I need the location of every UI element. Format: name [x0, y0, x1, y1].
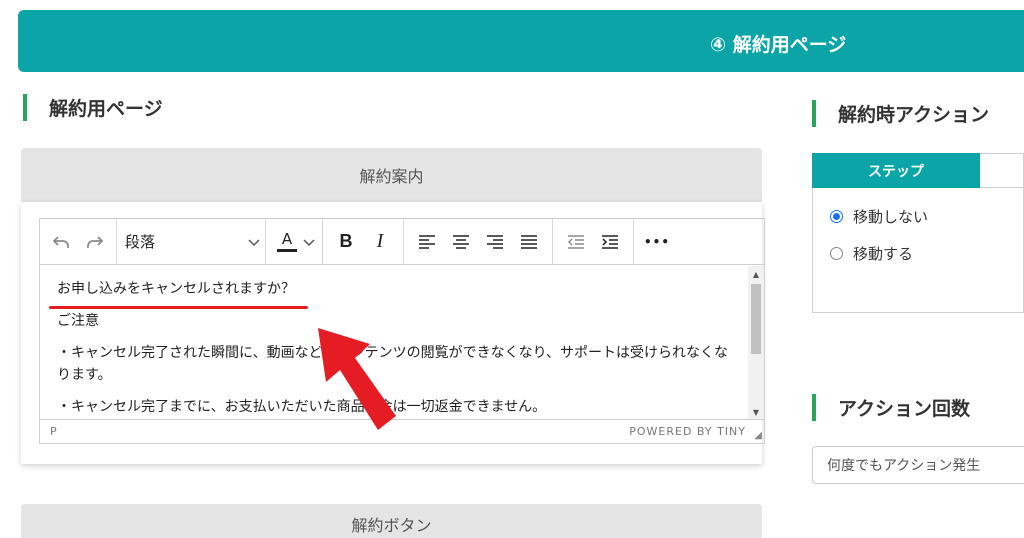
align-left-icon: [419, 234, 435, 249]
action-count-heading: アクション回数: [812, 394, 970, 421]
editor-scrollbar[interactable]: ▲ ▼: [748, 266, 764, 420]
align-right-icon: [487, 234, 503, 249]
annotation-underline: [49, 306, 308, 309]
cancel-info-card-header: 解約案内: [21, 148, 762, 202]
action-count-select-value: 何度でもアクション発生: [827, 458, 981, 474]
cancel-action-tabs: ステップ: [812, 153, 1024, 188]
editor-toolbar: 段落 A B I •••: [40, 219, 764, 265]
rich-text-editor: 段落 A B I ••• お申し込みをキャンセルされますか？ ご注意 ・キャンセ…: [39, 218, 765, 444]
more-group: •••: [634, 219, 680, 264]
radio-option-move[interactable]: 移動する: [830, 243, 913, 264]
paragraph-format-select[interactable]: 段落: [117, 231, 265, 252]
heading-accent-bar: [23, 94, 27, 121]
chevron-down-icon: [248, 238, 260, 246]
radio-button-checked[interactable]: [830, 210, 843, 223]
scroll-up-arrow[interactable]: ▲: [748, 268, 764, 280]
element-path[interactable]: P: [50, 425, 57, 438]
undo-button[interactable]: [44, 225, 78, 259]
page-section-heading: 解約用ページ: [23, 94, 163, 121]
redo-button[interactable]: [78, 225, 112, 259]
heading-accent-bar: [812, 394, 816, 421]
indent-icon: [602, 234, 618, 249]
chevron-down-icon[interactable]: [302, 235, 316, 249]
page-banner: ④ 解約用ページ: [18, 10, 1024, 72]
cancel-action-panel: 移動しない 移動する: [812, 188, 1024, 313]
cancel-action-title: 解約時アクション: [838, 104, 990, 126]
outdent-icon: [567, 234, 584, 249]
text-color-letter: A: [281, 229, 293, 248]
scroll-thumb[interactable]: [751, 284, 761, 354]
radio-label: 移動する: [853, 245, 914, 263]
style-group: B I: [323, 219, 404, 264]
redo-icon: [87, 235, 104, 248]
align-center-icon: [453, 234, 469, 249]
content-line-cancel-question: お申し込みをキャンセルされますか？: [57, 281, 295, 297]
scroll-down-arrow[interactable]: ▼: [748, 406, 764, 418]
indent-group: [553, 219, 634, 264]
action-count-select[interactable]: 何度でもアクション発生: [812, 446, 1024, 484]
align-center-button[interactable]: [444, 225, 478, 259]
text-color-group: A: [266, 219, 323, 264]
radio-label: 移動しない: [853, 208, 929, 226]
banner-title: ④ 解約用ページ: [710, 34, 847, 56]
resize-handle-icon[interactable]: ◢: [754, 430, 762, 441]
action-count-title: アクション回数: [838, 398, 971, 420]
bold-button[interactable]: B: [329, 225, 363, 259]
radio-option-no-move[interactable]: 移動しない: [830, 206, 928, 227]
radio-button[interactable]: [830, 247, 843, 260]
align-justify-button[interactable]: [512, 225, 546, 259]
outdent-button[interactable]: [559, 225, 593, 259]
indent-button[interactable]: [593, 225, 627, 259]
heading-accent-bar: [812, 100, 816, 127]
annotation-arrow-icon: [318, 328, 396, 430]
cancel-action-heading: 解約時アクション: [812, 100, 989, 127]
align-group: [404, 219, 553, 264]
more-button[interactable]: •••: [640, 225, 674, 259]
align-right-button[interactable]: [478, 225, 512, 259]
text-color-button[interactable]: A: [272, 225, 302, 259]
page-section-title: 解約用ページ: [49, 98, 163, 120]
align-left-button[interactable]: [410, 225, 444, 259]
cancel-button-card-header: 解約ボタン: [21, 504, 762, 538]
format-group: 段落: [117, 219, 266, 264]
editor-statusbar: P POWERED BY TINY: [40, 419, 764, 443]
paragraph-format-label: 段落: [125, 233, 156, 251]
powered-by-link[interactable]: POWERED BY TINY: [629, 425, 746, 438]
editor-content[interactable]: お申し込みをキャンセルされますか？ ご注意 ・キャンセル完了された瞬間に、動画な…: [40, 266, 764, 420]
text-color-swatch: [277, 248, 297, 252]
history-group: [40, 219, 117, 264]
tab-step[interactable]: ステップ: [812, 153, 980, 188]
italic-button[interactable]: I: [363, 225, 397, 259]
align-justify-icon: [521, 234, 537, 249]
undo-icon: [52, 235, 69, 248]
tab-other[interactable]: [980, 153, 1024, 188]
